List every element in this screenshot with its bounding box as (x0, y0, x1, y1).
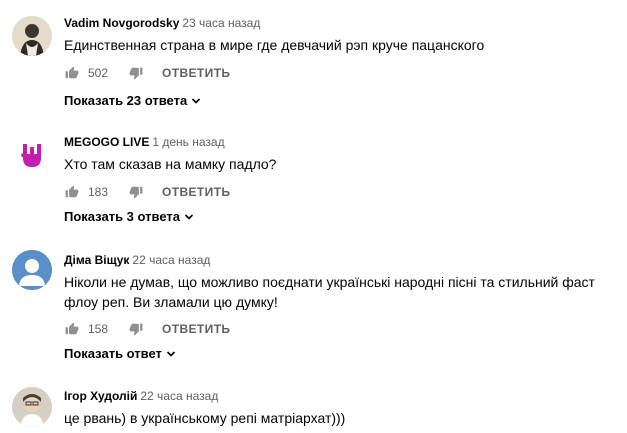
chevron-down-icon (191, 96, 201, 106)
thumb-down-icon[interactable] (128, 184, 144, 200)
like-count: 502 (88, 66, 109, 80)
author-name[interactable]: MEGOGO LIVE (64, 135, 149, 149)
like-count: 183 (88, 185, 109, 199)
comment-header: Vadim Novgorodsky 23 часа назад (64, 15, 260, 31)
timestamp[interactable]: 22 часа назад (132, 253, 210, 267)
comment-text: Единственная страна в мире где девчачий … (64, 37, 485, 53)
view-replies-label: Показать 23 ответа (64, 93, 188, 108)
thumb-up-icon[interactable] (64, 65, 80, 81)
timestamp[interactable]: 23 часа назад (182, 16, 260, 30)
comment-actions: 502 ОТВЕТИТЬ (64, 63, 230, 83)
comment-header: Ігор Худолій 22 часа назад (64, 388, 218, 404)
photo-avatar-icon (12, 387, 52, 427)
thumb-up-icon[interactable] (64, 321, 80, 337)
chevron-down-icon (166, 349, 176, 359)
author-name[interactable]: Vadim Novgorodsky (64, 16, 179, 30)
comment-text: Хто там сказав на мамку падло? (64, 156, 277, 172)
timestamp[interactable]: 1 день назад (152, 135, 224, 149)
chevron-down-icon (184, 212, 194, 222)
like-count: 158 (88, 322, 109, 336)
photo-avatar-icon (12, 16, 52, 56)
thumb-down-icon[interactable] (128, 65, 144, 81)
thumb-up-icon[interactable] (64, 184, 80, 200)
avatar[interactable] (12, 387, 52, 427)
avatar[interactable] (12, 16, 52, 56)
default-user-avatar-icon (12, 250, 52, 290)
view-replies-label: Показать 3 ответа (64, 209, 180, 224)
timestamp[interactable]: 22 часа назад (140, 389, 218, 403)
reply-button[interactable]: ОТВЕТИТЬ (162, 185, 230, 199)
comment-text: це рвань) в українському репі матріархат… (64, 410, 346, 426)
comment-header: Діма Віщук 22 часа назад (64, 252, 210, 268)
view-replies-button[interactable]: Показать 23 ответа (64, 93, 201, 108)
comment-actions: 158 ОТВЕТИТЬ (64, 319, 230, 339)
comment-actions: 183 ОТВЕТИТЬ (64, 182, 230, 202)
thumb-down-icon[interactable] (128, 321, 144, 337)
view-replies-label: Показать ответ (64, 346, 162, 361)
comment-text: Ніколи не думав, що можливо поєднати укр… (64, 274, 595, 310)
rock-hand-logo-icon (12, 134, 52, 174)
comment-header: MEGOGO LIVE 1 день назад (64, 134, 225, 150)
avatar[interactable] (12, 250, 52, 290)
reply-button[interactable]: ОТВЕТИТЬ (162, 66, 230, 80)
view-replies-button[interactable]: Показать ответ (64, 346, 176, 361)
author-name[interactable]: Ігор Худолій (64, 389, 137, 403)
reply-button[interactable]: ОТВЕТИТЬ (162, 322, 230, 336)
author-name[interactable]: Діма Віщук (64, 253, 129, 267)
view-replies-button[interactable]: Показать 3 ответа (64, 209, 194, 224)
avatar[interactable] (12, 134, 52, 174)
